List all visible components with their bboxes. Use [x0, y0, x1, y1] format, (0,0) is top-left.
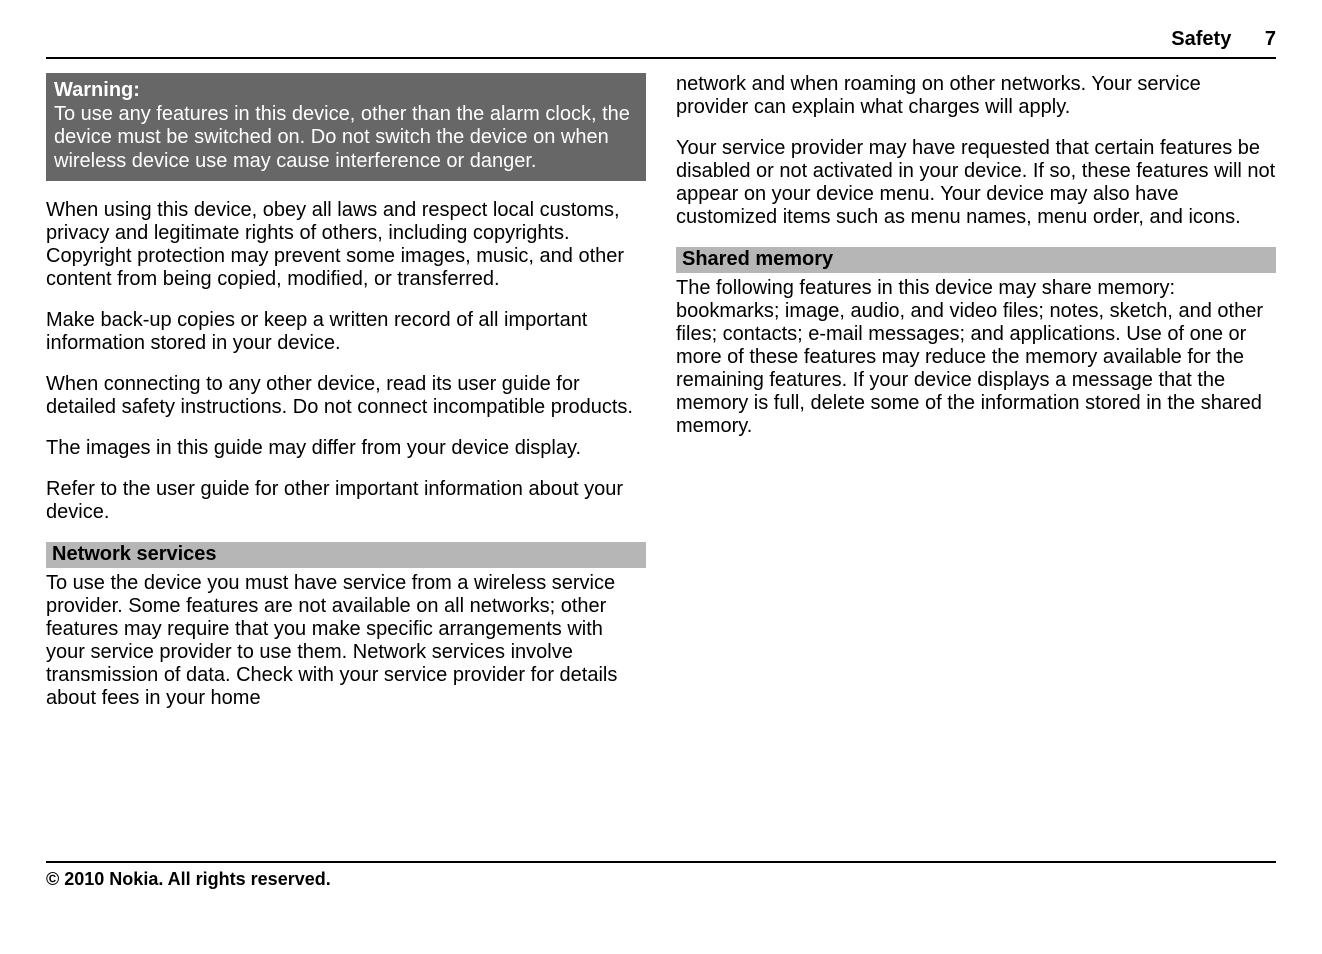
paragraph: network and when roaming on other networ… [676, 73, 1276, 119]
paragraph: Your service provider may have requested… [676, 137, 1276, 229]
section-heading-shared-memory: Shared memory [676, 247, 1276, 273]
paragraph: When connecting to any other device, rea… [46, 373, 646, 419]
warning-title: Warning: [54, 79, 638, 102]
column-right: network and when roaming on other networ… [676, 73, 1276, 851]
column-left: Warning: To use any features in this dev… [46, 73, 646, 851]
paragraph: When using this device, obey all laws an… [46, 199, 646, 291]
section-heading-network-services: Network services [46, 542, 646, 568]
page-number: 7 [1265, 28, 1276, 50]
page-footer: © 2010 Nokia. All rights reserved. [46, 861, 1276, 890]
page-header: Safety 7 [46, 28, 1276, 59]
header-section-title: Safety [1171, 28, 1231, 50]
paragraph: Refer to the user guide for other import… [46, 478, 646, 524]
paragraph: The following features in this device ma… [676, 277, 1276, 438]
warning-box: Warning: To use any features in this dev… [46, 73, 646, 181]
paragraph: The images in this guide may differ from… [46, 437, 646, 460]
paragraph: To use the device you must have service … [46, 572, 646, 710]
paragraph: Make back-up copies or keep a written re… [46, 309, 646, 355]
content-columns: Warning: To use any features in this dev… [46, 73, 1276, 851]
warning-body: To use any features in this device, othe… [54, 103, 630, 171]
